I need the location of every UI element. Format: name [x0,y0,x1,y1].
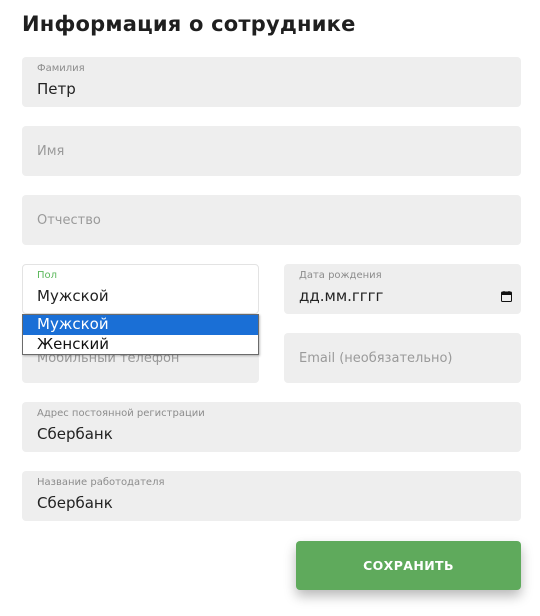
gender-select[interactable]: Пол Мужской [22,264,259,314]
address-field[interactable]: Адрес постоянной регистрации Сбербанк [22,402,521,452]
gender-value: Мужской [37,287,109,305]
save-button[interactable]: СОХРАНИТЬ [296,541,521,590]
last-name-field[interactable]: Фамилия Петр [22,57,521,107]
middle-name-placeholder: Отчество [37,212,101,228]
email-placeholder: Email (необязательно) [299,350,453,366]
employer-label: Название работодателя [37,477,165,488]
gender-option-male[interactable]: Мужской [23,315,258,335]
gender-dropdown-list[interactable]: Мужской Женский [22,314,259,355]
first-name-field[interactable]: Имя [22,126,521,176]
gender-option-female[interactable]: Женский [23,335,258,355]
last-name-label: Фамилия [37,63,85,74]
middle-name-field[interactable]: Отчество [22,195,521,245]
employee-form-page: Информация о сотруднике Фамилия Петр Имя… [0,0,540,616]
address-value: Сбербанк [37,425,113,443]
employer-value: Сбербанк [37,494,113,512]
birth-date-field[interactable]: Дата рождения дд.мм.гггг [284,264,521,314]
first-name-placeholder: Имя [37,143,65,159]
last-name-value: Петр [37,80,76,98]
address-label: Адрес постоянной регистрации [37,408,205,419]
birth-date-value: дд.мм.гггг [299,287,384,305]
calendar-icon[interactable] [501,291,512,302]
page-title: Информация о сотруднике [22,12,356,36]
birth-date-label: Дата рождения [299,270,382,281]
employer-field[interactable]: Название работодателя Сбербанк [22,471,521,521]
gender-label: Пол [37,270,58,281]
email-field[interactable]: Email (необязательно) [284,333,521,383]
